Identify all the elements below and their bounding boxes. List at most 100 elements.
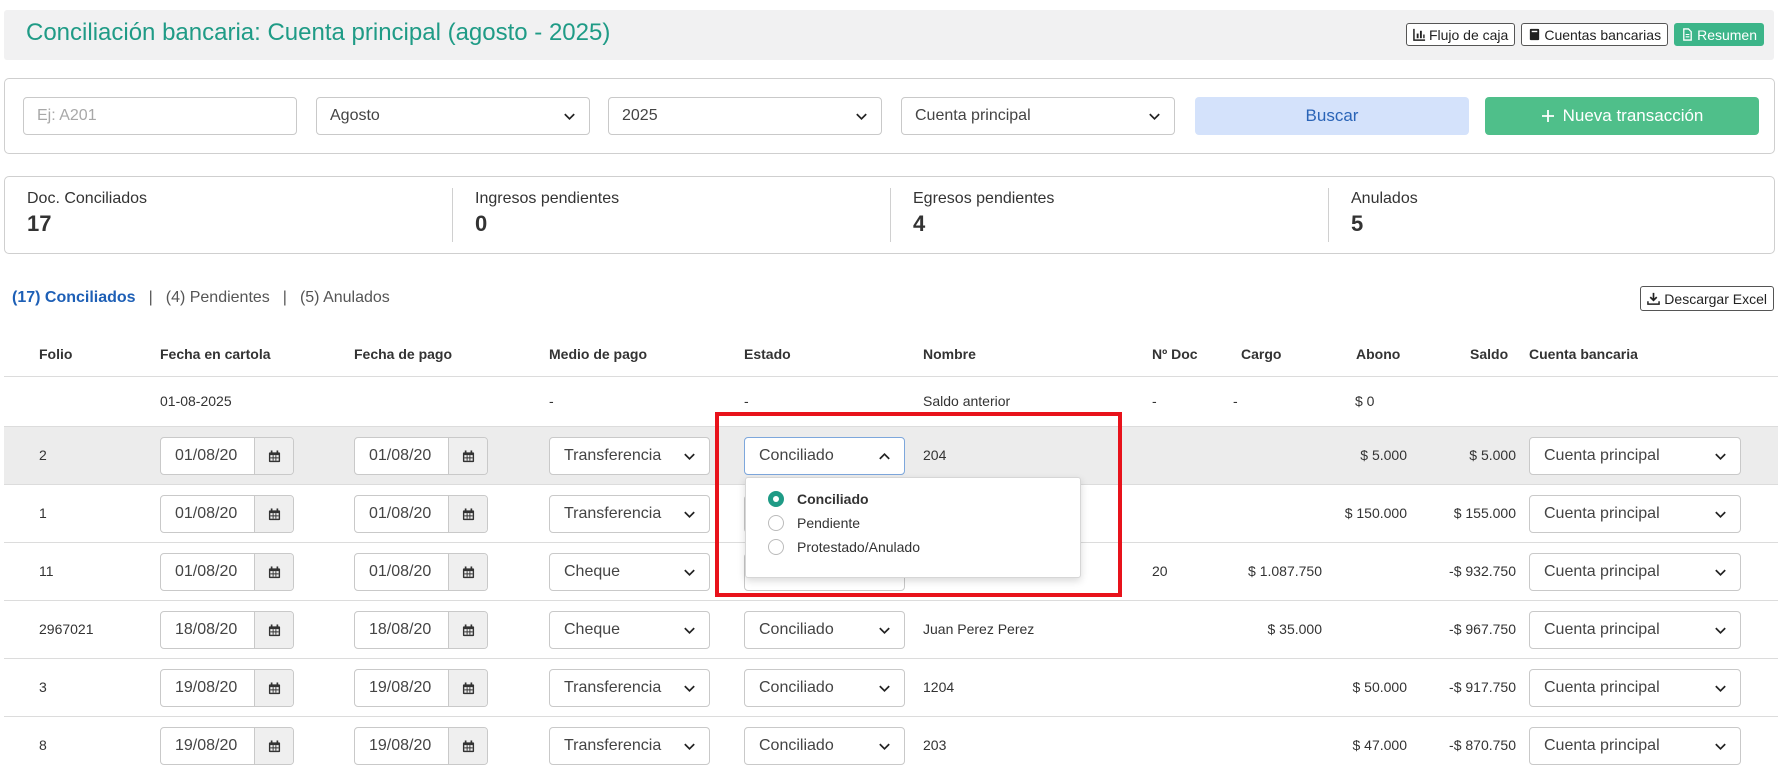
fecha-cartola-picker[interactable]: 19/08/20 [160,727,294,765]
calendar-icon [462,565,474,578]
cuenta-bancaria-select[interactable]: Cuenta principal [1529,727,1741,765]
header-actions: Flujo de caja Cuentas bancarias Resumen [1405,23,1764,46]
opening-saldo: $ 0 [1355,393,1375,409]
opening-balance-row: 01-08-2025 - - Saldo anterior - - $ 0 [4,377,1778,427]
calendar-button[interactable] [448,438,487,474]
account-select-value: Cuenta principal [915,107,1031,124]
cuenta-bancaria-select[interactable]: Cuenta principal [1529,437,1741,475]
fecha-pago-input[interactable]: 19/08/20 [355,670,448,706]
estado-select[interactable]: Conciliado [744,669,905,707]
option-pendiente[interactable]: Pendiente [768,515,860,531]
stat-egresos-pendientes: Egresos pendientes 4 [890,188,1054,242]
cell-nombre: 1204 [923,679,955,695]
fecha-pago-picker[interactable]: 19/08/20 [354,727,488,765]
summary-button[interactable]: Resumen [1674,23,1764,46]
tab-pendientes[interactable]: (4) Pendientes [166,289,270,307]
stat-label: Egresos pendientes [913,190,1055,207]
fecha-cartola-picker[interactable]: 01/08/20 [160,437,294,475]
cell-saldo: -$ 932.750 [1449,563,1516,579]
fecha-cartola-picker[interactable]: 01/08/20 [160,495,294,533]
download-icon [1647,292,1661,305]
fecha-pago-picker[interactable]: 01/08/20 [354,495,488,533]
calendar-icon [268,623,280,636]
bank-accounts-button[interactable]: Cuentas bancarias [1521,23,1669,46]
fecha-cartola-input[interactable]: 19/08/20 [161,728,254,764]
fecha-pago-input[interactable]: 18/08/20 [355,612,448,648]
calendar-button[interactable] [448,496,487,532]
cuenta-bancaria-select[interactable]: Cuenta principal [1529,611,1741,649]
cash-flow-label: Flujo de caja [1428,26,1509,43]
option-protestado-anulado[interactable]: Protestado/Anulado [768,539,920,555]
search-button[interactable]: Buscar [1195,97,1469,135]
cell-nombre: Juan Perez Perez [923,621,1035,637]
fecha-pago-picker[interactable]: 01/08/20 [354,437,488,475]
medio-pago-select[interactable]: Cheque [549,553,710,591]
calendar-icon [268,565,280,578]
fecha-cartola-input[interactable]: 18/08/20 [161,612,254,648]
header-bar: Conciliación bancaria: Cuenta principal … [4,10,1774,60]
chevron-down-icon [682,681,697,696]
opening-n-doc: - [1152,393,1157,409]
download-excel-button[interactable]: Descargar Excel [1640,286,1774,311]
plus-icon [1541,110,1554,122]
calendar-button[interactable] [254,554,293,590]
option-label: Conciliado [797,491,869,507]
medio-pago-select[interactable]: Cheque [549,611,710,649]
cell-saldo: $ 155.000 [1453,505,1516,521]
fecha-pago-picker[interactable]: 01/08/20 [354,553,488,591]
fecha-pago-picker[interactable]: 19/08/20 [354,669,488,707]
fecha-cartola-input[interactable]: 01/08/20 [161,496,254,532]
calendar-button[interactable] [254,496,293,532]
cuenta-bancaria-select[interactable]: Cuenta principal [1529,553,1741,591]
calendar-button[interactable] [254,670,293,706]
fecha-cartola-input[interactable]: 01/08/20 [161,554,254,590]
option-conciliado[interactable]: Conciliado [768,491,869,507]
table-row: 2967021 18/08/20 18/08/20 Cheque Conciliado J… [4,601,1778,659]
fecha-pago-input[interactable]: 19/08/20 [355,728,448,764]
month-select[interactable]: Agosto [316,97,590,135]
new-transaction-button[interactable]: Nueva transacción [1485,97,1759,135]
cuenta-bancaria-select[interactable]: Cuenta principal [1529,495,1741,533]
tab-conciliados[interactable]: (17) Conciliados [12,289,136,307]
calendar-button[interactable] [254,728,293,764]
fecha-pago-input[interactable]: 01/08/20 [355,554,448,590]
opening-date: 01-08-2025 [160,393,232,409]
fecha-cartola-input[interactable]: 01/08/20 [161,438,254,474]
calendar-button[interactable] [448,554,487,590]
stats-card: Doc. Conciliados 17 Ingresos pendientes … [4,176,1775,254]
account-select[interactable]: Cuenta principal [901,97,1175,135]
medio-pago-select[interactable]: Transferencia [549,495,710,533]
fecha-pago-picker[interactable]: 18/08/20 [354,611,488,649]
calendar-button[interactable] [448,728,487,764]
col-header-cargo: Cargo [1241,346,1282,362]
chevron-down-icon [1149,113,1160,121]
calendar-button[interactable] [254,612,293,648]
fecha-pago-input[interactable]: 01/08/20 [355,496,448,532]
fecha-cartola-picker[interactable]: 01/08/20 [160,553,294,591]
estado-select[interactable]: Conciliado [744,727,905,765]
calendar-button[interactable] [448,612,487,648]
fecha-pago-input[interactable]: 01/08/20 [355,438,448,474]
fecha-cartola-picker[interactable]: 18/08/20 [160,611,294,649]
cash-flow-button[interactable]: Flujo de caja [1405,23,1516,46]
medio-pago-select[interactable]: Transferencia [549,437,710,475]
fecha-cartola-input[interactable]: 19/08/20 [161,670,254,706]
fecha-cartola-picker[interactable]: 19/08/20 [160,669,294,707]
calendar-button[interactable] [448,670,487,706]
medio-pago-select[interactable]: Transferencia [549,669,710,707]
calendar-icon [462,681,474,694]
tab-anulados[interactable]: (5) Anulados [300,289,390,307]
estado-select[interactable]: Conciliado [744,437,905,475]
estado-select[interactable]: Conciliado [744,611,905,649]
folio-search-input[interactable]: Ej: A201 [23,97,297,135]
calendar-button[interactable] [254,438,293,474]
chevron-down-icon [856,113,867,121]
calendar-icon [268,449,280,462]
table-row: 8 19/08/20 19/08/20 Transferencia Conciliado… [4,717,1778,768]
medio-pago-value: Transferencia [564,447,662,464]
cuenta-bancaria-select[interactable]: Cuenta principal [1529,669,1741,707]
col-header-medio-pago: Medio de pago [549,346,647,362]
year-select[interactable]: 2025 [608,97,882,135]
medio-pago-select[interactable]: Transferencia [549,727,710,765]
medio-pago-value: Transferencia [564,679,662,696]
